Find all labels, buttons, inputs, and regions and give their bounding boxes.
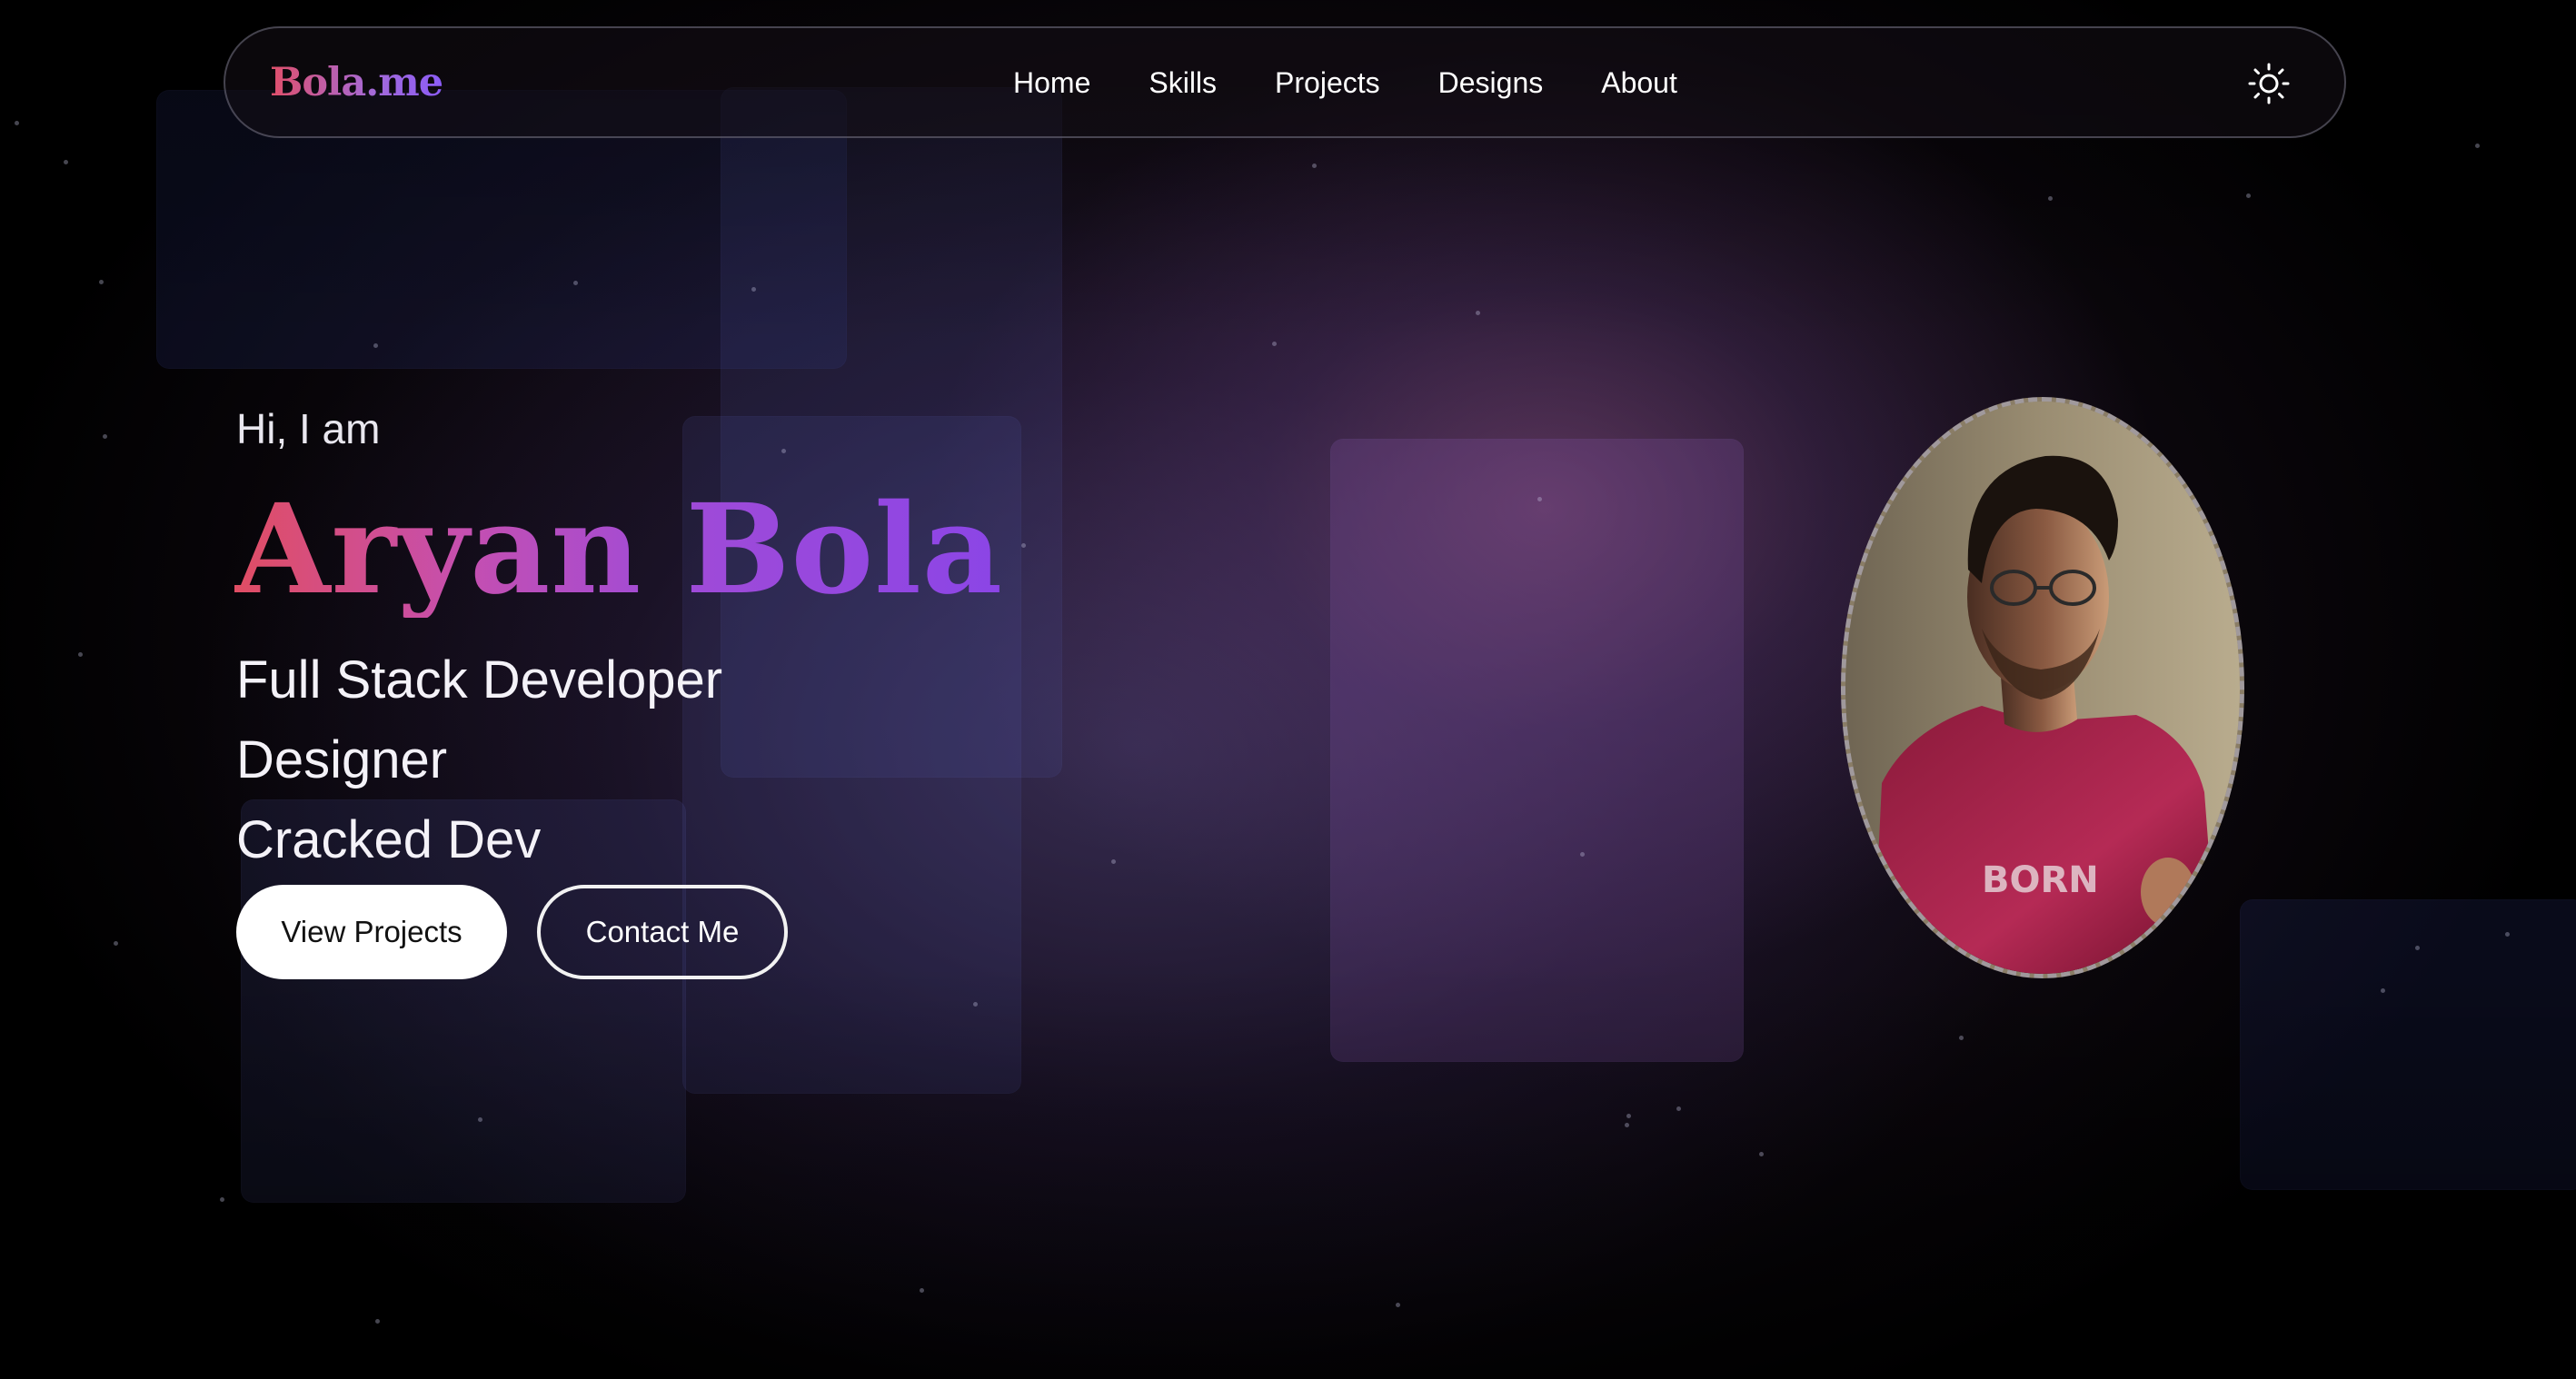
sun-icon <box>2248 63 2290 104</box>
role-item: Designer <box>236 730 448 789</box>
shirt-print: BORN <box>1982 859 2099 901</box>
contact-me-button[interactable]: Contact Me <box>537 885 788 979</box>
nav-item-home[interactable]: Home <box>984 57 1119 108</box>
view-projects-button[interactable]: View Projects <box>236 885 507 979</box>
hero-greeting: Hi, I am <box>236 405 381 452</box>
nav-links: Home Skills Projects Designs About <box>984 57 1706 108</box>
site-logo[interactable]: Bola.me <box>270 55 443 110</box>
nav-item-designs[interactable]: Designs <box>1409 57 1573 108</box>
hero-name: Aryan Bola <box>234 477 1003 622</box>
nav-item-about[interactable]: About <box>1572 57 1706 108</box>
theme-toggle-button[interactable] <box>2248 63 2290 104</box>
nav-item-skills[interactable]: Skills <box>1119 57 1246 108</box>
profile-photo: BORN <box>1845 402 2240 974</box>
nav-item-projects[interactable]: Projects <box>1246 57 1409 108</box>
role-item: Cracked Dev <box>236 810 542 869</box>
navbar: Bola.me Home Skills Projects Designs Abo… <box>224 26 2346 138</box>
profile-avatar: BORN <box>1841 397 2244 978</box>
hero-roles: Full Stack Developer Designer Cracked De… <box>236 640 722 880</box>
role-item: Full Stack Developer <box>236 650 723 709</box>
